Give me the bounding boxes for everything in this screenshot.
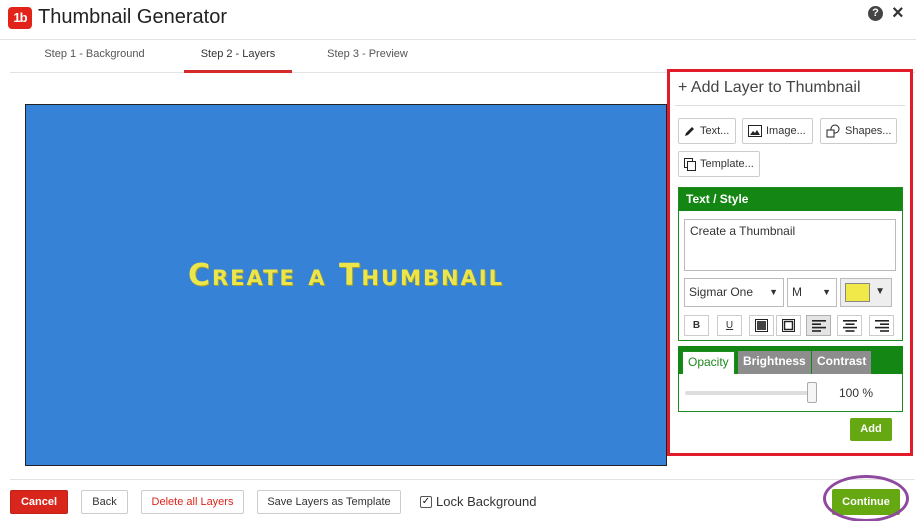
tab-step-1-background[interactable]: Step 1 - Background <box>30 48 159 73</box>
thumbnail-canvas[interactable]: Create a Thumbnail <box>25 104 667 466</box>
bold-button[interactable]: B <box>684 315 709 336</box>
align-right-icon <box>874 320 889 332</box>
font-size-select[interactable]: M ▼ <box>787 278 837 307</box>
chevron-down-icon: ▼ <box>769 287 778 297</box>
text-style-section: Text / Style Create a Thumbnail Sigmar O… <box>678 187 903 341</box>
footer-divider <box>10 479 915 480</box>
outline-square-icon <box>782 319 795 332</box>
add-shapes-label: Shapes... <box>845 125 892 137</box>
opacity-slider-track[interactable] <box>685 391 812 395</box>
panel-title: + Add Layer to Thumbnail <box>675 77 905 106</box>
align-right-button[interactable] <box>869 315 894 336</box>
tab-opacity[interactable]: Opacity <box>682 351 735 374</box>
chevron-down-icon: ▼ <box>875 286 885 297</box>
effects-section: Opacity Brightness Contrast 100 % <box>678 346 903 412</box>
chevron-down-icon: ▼ <box>822 287 831 297</box>
font-family-value: Sigmar One <box>689 285 754 299</box>
text-color-picker[interactable]: ▼ <box>840 278 892 307</box>
add-image-label: Image... <box>766 125 806 137</box>
shapes-icon <box>826 124 840 138</box>
highlight-ellipse <box>823 475 909 521</box>
align-center-button[interactable] <box>837 315 862 336</box>
align-left-button[interactable] <box>806 315 831 336</box>
align-center-icon <box>842 320 857 332</box>
pencil-icon <box>685 127 694 136</box>
tab-brightness[interactable]: Brightness <box>738 351 811 374</box>
font-family-select[interactable]: Sigmar One ▼ <box>684 278 784 307</box>
text-outline-button[interactable] <box>776 315 801 336</box>
add-layer-panel: + Add Layer to Thumbnail Text... Image..… <box>667 69 913 456</box>
color-swatch <box>845 283 870 302</box>
save-layers-as-template-button[interactable]: Save Layers as Template <box>257 490 401 514</box>
add-text-label: Text... <box>700 125 730 137</box>
text-shadow-button[interactable] <box>749 315 774 336</box>
canvas-text-layer[interactable]: Create a Thumbnail <box>26 258 666 293</box>
add-image-button[interactable]: Image... <box>742 118 813 144</box>
add-shapes-button[interactable]: Shapes... <box>820 118 897 144</box>
opacity-slider-handle[interactable] <box>807 382 817 403</box>
opacity-value: 100 % <box>839 386 874 400</box>
align-left-icon <box>811 320 826 332</box>
tab-contrast[interactable]: Contrast <box>812 351 872 374</box>
delete-all-layers-button[interactable]: Delete all Layers <box>141 490 244 514</box>
shadow-square-icon <box>755 319 768 332</box>
add-template-button[interactable]: Template... <box>678 151 760 177</box>
underline-button[interactable]: U <box>717 315 742 336</box>
add-layer-button[interactable]: Add <box>850 418 892 441</box>
cancel-button[interactable]: Cancel <box>10 490 68 514</box>
app-title: Thumbnail Generator <box>38 6 227 28</box>
font-size-value: M <box>792 285 802 299</box>
back-button[interactable]: Back <box>81 490 128 514</box>
lock-background-label: Lock Background <box>436 494 537 509</box>
add-template-label: Template... <box>700 158 754 170</box>
app-logo: 1b <box>8 7 32 29</box>
tab-step-3-preview[interactable]: Step 3 - Preview <box>315 48 420 73</box>
close-icon[interactable]: × <box>892 2 904 25</box>
add-text-button[interactable]: Text... <box>678 118 736 144</box>
tab-step-2-layers[interactable]: Step 2 - Layers <box>184 48 292 73</box>
help-icon[interactable]: ? <box>868 6 883 21</box>
lock-background-checkbox[interactable]: ✓ <box>420 495 432 508</box>
image-icon <box>748 125 762 137</box>
layer-text-input[interactable]: Create a Thumbnail <box>684 219 896 271</box>
header: 1b Thumbnail Generator ? × <box>0 0 916 40</box>
text-style-header: Text / Style <box>679 188 902 211</box>
lock-background-toggle[interactable]: ✓ Lock Background <box>420 494 536 509</box>
copy-icon <box>684 157 696 171</box>
